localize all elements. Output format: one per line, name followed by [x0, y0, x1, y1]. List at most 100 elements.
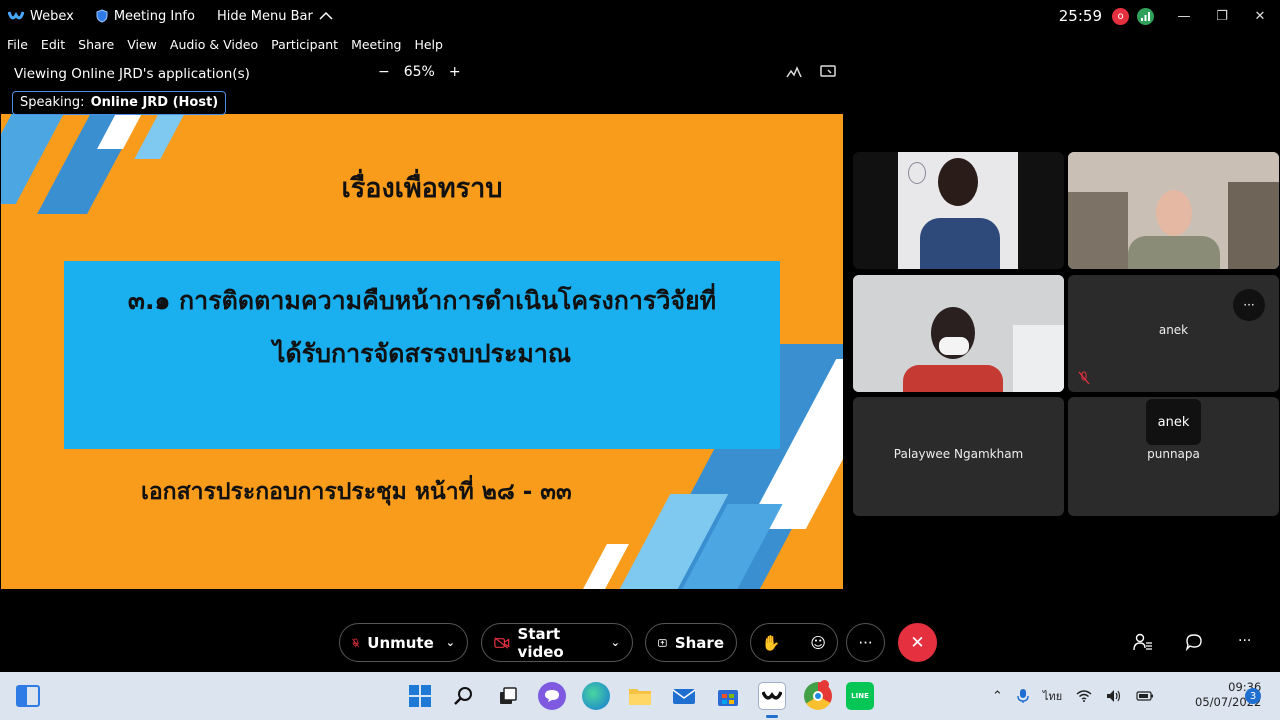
restore-icon[interactable]: ❐ [1206, 9, 1238, 24]
participant-body [1128, 236, 1220, 269]
title-bar: Webex Meeting Info Hide Menu Bar 25:59 o… [0, 0, 1280, 32]
menu-help[interactable]: Help [414, 37, 443, 52]
face-mask [939, 337, 969, 355]
close-icon[interactable]: ✕ [1244, 9, 1276, 24]
tray-chevron-up-icon[interactable]: ⌃ [992, 689, 1003, 704]
teams-chat-icon[interactable] [538, 682, 566, 710]
chevron-down-icon[interactable]: ⌄ [446, 636, 455, 649]
leave-meeting-button[interactable]: ✕ [898, 623, 937, 662]
battery-icon[interactable] [1136, 691, 1154, 701]
zoom-in-button[interactable]: + [449, 64, 461, 80]
edge-icon[interactable] [582, 682, 610, 710]
more-options-icon[interactable]: ··· [1233, 289, 1265, 321]
participant-video [1068, 152, 1279, 269]
notification-badge[interactable]: 3 [1245, 688, 1261, 704]
participants-icon[interactable] [1133, 633, 1153, 651]
more-panels-icon[interactable]: ··· [1238, 633, 1251, 649]
network-health-icon[interactable] [1137, 7, 1154, 25]
slide-footer: เอกสารประกอบการประชุม หน้าที่ ๒๘ - ๓๓ [141, 479, 572, 505]
zoom-level: 65% [403, 64, 435, 80]
participant-name: Palaywee Ngamkham [893, 447, 1024, 461]
menu-audio-video[interactable]: Audio & Video [170, 37, 258, 52]
more-options-button[interactable]: ··· [846, 623, 885, 662]
chevron-down-icon[interactable]: ⌄ [611, 636, 620, 649]
input-language[interactable]: ไทย [1043, 687, 1062, 705]
participant-tile[interactable] [1068, 152, 1279, 269]
reactions-group: ✋ ☺ [750, 623, 838, 662]
annotate-icon[interactable] [786, 65, 802, 79]
participant-head [1156, 190, 1192, 236]
webex-taskbar-icon[interactable] [758, 682, 786, 710]
file-explorer-icon[interactable] [626, 682, 654, 710]
video-off-icon [494, 636, 510, 649]
mail-icon[interactable] [670, 682, 698, 710]
webex-logo-icon [8, 11, 24, 20]
app-name: Webex [30, 8, 74, 24]
search-icon[interactable] [450, 682, 478, 710]
shared-slide: เรื่องเพื่อทราบ ๓.๑ การติดตามความคืบหน้า… [1, 114, 843, 589]
menu-view[interactable]: View [127, 37, 157, 52]
unmute-label: Unmute [367, 633, 434, 652]
muted-mic-icon [352, 637, 360, 647]
slide-decor-stripe [134, 114, 190, 159]
seal-logo-icon [908, 162, 926, 184]
notification-dot-icon [820, 680, 829, 689]
participant-name: punnapa [1147, 447, 1200, 461]
reactions-icon[interactable]: ☺ [810, 634, 826, 652]
slide-topic-line-2: ได้รับการจัดสรรงบประมาณ [272, 339, 572, 368]
speaking-label: Speaking: [20, 95, 85, 110]
slide-heading: เรื่องเพื่อทราบ [341, 173, 503, 204]
share-screen-icon [658, 638, 667, 647]
minimize-icon[interactable]: — [1168, 9, 1200, 24]
slide-decor-stripe [575, 544, 629, 589]
slide-topic-line-1: ๓.๑ การติดตามความคืบหน้าการดำเนินโครงการ… [127, 286, 717, 315]
fit-to-window-icon[interactable] [820, 65, 836, 79]
task-view-icon[interactable] [494, 682, 522, 710]
webex-window: Webex Meeting Info Hide Menu Bar 25:59 o… [0, 0, 1280, 720]
participant-head [938, 158, 978, 206]
office-cabinet [1013, 325, 1064, 392]
meeting-controls: Unmute ⌄ Start video ⌄ Share ✋ ☺ ··· ✕ ·… [0, 620, 1280, 664]
line-app-label: LINE [851, 692, 869, 700]
participant-tile-palaywee[interactable]: Palaywee Ngamkham [853, 397, 1064, 516]
widgets-icon[interactable] [16, 685, 40, 707]
participant-video [898, 152, 1018, 269]
wifi-icon[interactable] [1076, 690, 1092, 702]
share-button[interactable]: Share [645, 623, 737, 662]
chevron-up-icon [319, 11, 333, 20]
share-view-title: Viewing Online JRD's application(s) [14, 66, 250, 82]
participant-tile-anek[interactable]: anek ··· [1068, 275, 1279, 392]
volume-icon[interactable] [1106, 689, 1122, 703]
menu-meeting[interactable]: Meeting [351, 37, 401, 52]
shield-icon [96, 9, 108, 23]
webex-app-label[interactable]: Webex [8, 9, 74, 24]
share-label: Share [674, 633, 724, 652]
start-icon[interactable] [406, 682, 434, 710]
menu-participant[interactable]: Participant [271, 37, 338, 52]
muted-mic-icon [1078, 371, 1090, 385]
zoom-out-button[interactable]: − [378, 64, 390, 80]
chat-icon[interactable] [1185, 633, 1203, 651]
menu-edit[interactable]: Edit [41, 37, 65, 52]
unmute-button[interactable]: Unmute ⌄ [339, 623, 468, 662]
menu-share[interactable]: Share [78, 37, 114, 52]
recording-icon[interactable]: o [1112, 7, 1129, 25]
raise-hand-icon[interactable]: ✋ [762, 634, 781, 652]
hide-menu-bar-button[interactable]: Hide Menu Bar [217, 9, 333, 24]
participant-tile[interactable] [853, 152, 1064, 269]
participant-tile[interactable] [853, 275, 1064, 392]
meeting-info-label: Meeting Info [113, 8, 195, 24]
active-app-indicator [766, 715, 778, 718]
menu-file[interactable]: File [7, 37, 28, 52]
microphone-icon[interactable] [1017, 688, 1029, 704]
meeting-info-button[interactable]: Meeting Info [96, 9, 195, 24]
active-speaker-badge: Speaking: Online JRD (Host) [12, 91, 227, 115]
share-view-bar: Viewing Online JRD's application(s) − 65… [0, 62, 844, 86]
participant-body [903, 365, 1003, 392]
hide-menu-label: Hide Menu Bar [216, 8, 313, 24]
start-video-button[interactable]: Start video ⌄ [481, 623, 633, 662]
zoom-control: − 65% + [378, 64, 461, 80]
store-icon[interactable] [714, 682, 742, 710]
participant-video [853, 275, 1064, 392]
line-app-icon[interactable]: LINE [846, 682, 874, 710]
